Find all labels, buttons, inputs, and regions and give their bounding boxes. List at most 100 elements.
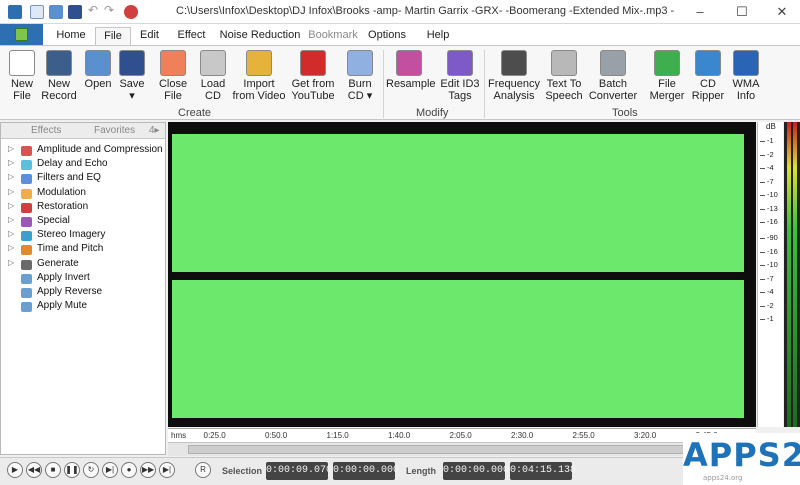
- record-icon[interactable]: ●: [121, 462, 137, 478]
- effect-item-restoration[interactable]: ▷ Restoration: [1, 201, 165, 215]
- selection-end-field[interactable]: 0:00:00.000: [333, 462, 399, 480]
- open-folder-button[interactable]: Open: [82, 50, 114, 90]
- tab-home[interactable]: Home: [46, 27, 96, 45]
- youtube-button[interactable]: Get from YouTube: [290, 50, 336, 102]
- effect-item-stereo-imagery[interactable]: ▷ Stereo Imagery: [1, 229, 165, 243]
- expand-arrow-icon[interactable]: ▷: [8, 144, 14, 153]
- expand-arrow-icon[interactable]: ▷: [8, 258, 14, 267]
- selection-start-field[interactable]: 0:00:09.070: [266, 462, 332, 480]
- forward-icon[interactable]: ▶▶: [140, 462, 156, 478]
- effect-item-apply-invert[interactable]: Apply Invert: [1, 272, 165, 286]
- batch-converter-button[interactable]: Batch Converter: [587, 50, 639, 102]
- resample-button[interactable]: Resample: [386, 50, 436, 90]
- panel-pin[interactable]: 4▸: [149, 125, 160, 136]
- ribbon: New File New Record Open Save ▾ Close File Lo…: [0, 45, 800, 120]
- close-file-button[interactable]: Close File: [155, 50, 191, 102]
- expand-arrow-icon[interactable]: ▷: [8, 215, 14, 224]
- wma-info-button[interactable]: WMA Info: [729, 50, 763, 102]
- minimize-button[interactable]: –: [680, 2, 720, 22]
- new-file-button[interactable]: New File: [4, 50, 40, 102]
- open-icon[interactable]: [49, 5, 63, 19]
- end-icon[interactable]: ▶|: [159, 462, 175, 478]
- effect-item-apply-reverse[interactable]: Apply Reverse: [1, 286, 165, 300]
- ribbon-button-label: Edit ID3 Tags: [440, 78, 480, 102]
- tab-effects[interactable]: Effects: [31, 125, 61, 136]
- cd-ripper-button[interactable]: CD Ripper: [688, 50, 728, 102]
- redo-icon[interactable]: ↷: [104, 3, 118, 17]
- tab-bookmark[interactable]: Bookmark: [305, 27, 361, 45]
- expand-arrow-icon[interactable]: ▷: [8, 187, 14, 196]
- save-icon[interactable]: [68, 5, 82, 19]
- timeline-label: hms: [171, 431, 187, 440]
- burn-cd-button[interactable]: Burn CD ▾: [341, 50, 379, 102]
- record-icon[interactable]: [124, 5, 138, 19]
- waveform-view[interactable]: [168, 122, 756, 427]
- new-icon[interactable]: [30, 5, 44, 19]
- timeline-label: 0:25.0: [203, 431, 226, 440]
- tab-help[interactable]: Help: [418, 27, 458, 45]
- effect-item-filters-and-eq[interactable]: ▷ Filters and EQ: [1, 172, 165, 186]
- status-bar: ▶ ◀◀ ■ ❚❚ ↻ ▶| ● ▶▶ ▶| R Selection 0:00:09.070 0:…: [0, 457, 800, 485]
- play-icon[interactable]: ▶: [7, 462, 23, 478]
- batch-converter-icon: [600, 50, 626, 76]
- text-to-speech-button[interactable]: Text To Speech: [544, 50, 584, 102]
- ribbon-button-label: Open: [84, 78, 112, 90]
- app-menu-button[interactable]: [0, 24, 43, 45]
- expand-arrow-icon[interactable]: ▷: [8, 158, 14, 167]
- expand-arrow-icon[interactable]: ▷: [8, 201, 14, 210]
- tab-favorites[interactable]: Favorites: [94, 125, 135, 136]
- timeline-label: 2:30.0: [511, 431, 534, 440]
- effect-item-delay-and-echo[interactable]: ▷ Delay and Echo: [1, 158, 165, 172]
- db-scale: dB -1 -2 -4 -7 -10 -13 -16 -90 -16 -10 -7 -4 -2 -1: [757, 122, 783, 427]
- length-end-field[interactable]: 0:04:15.138: [510, 462, 576, 480]
- amplitude-icon: [21, 146, 32, 156]
- stop-icon[interactable]: ■: [45, 462, 61, 478]
- tab-file[interactable]: File: [95, 27, 131, 45]
- ribbon-button-label: Get from YouTube: [291, 78, 335, 102]
- tab-options[interactable]: Options: [363, 27, 411, 45]
- new-record-button[interactable]: New Record: [40, 50, 78, 102]
- scroll-thumb[interactable]: [188, 445, 736, 454]
- open-folder-icon: [85, 50, 111, 76]
- effect-item-generate[interactable]: ▷ Generate: [1, 258, 165, 272]
- effect-item-special[interactable]: ▷ Special: [1, 215, 165, 229]
- loop-icon[interactable]: ↻: [83, 462, 99, 478]
- tab-noise-reduction[interactable]: Noise Reduction: [217, 27, 303, 45]
- reset-icon[interactable]: R: [195, 462, 211, 478]
- length-start-field[interactable]: 0:00:00.000: [443, 462, 509, 480]
- save-button[interactable]: Save ▾: [116, 50, 148, 102]
- reverse-icon: [21, 288, 32, 298]
- pause-icon[interactable]: ❚❚: [64, 462, 80, 478]
- db-tick-label: -2: [760, 150, 783, 159]
- effect-item-label: Modulation: [37, 186, 86, 198]
- horizontal-scrollbar[interactable]: [168, 442, 756, 456]
- tab-edit[interactable]: Edit: [133, 27, 166, 45]
- file-merger-button[interactable]: File Merger: [646, 50, 688, 102]
- effect-item-label: Restoration: [37, 200, 89, 212]
- close-button[interactable]: ✕: [762, 2, 800, 22]
- ribbon-button-label: WMA Info: [732, 78, 760, 102]
- timeline-label: 1:15.0: [326, 431, 349, 440]
- effect-item-amplitude-and-compression[interactable]: ▷ Amplitude and Compression: [1, 144, 165, 158]
- play-selection-icon[interactable]: ▶|: [102, 462, 118, 478]
- rewind-icon[interactable]: ◀◀: [26, 462, 42, 478]
- youtube-icon: [300, 50, 326, 76]
- expand-arrow-icon[interactable]: ▷: [8, 229, 14, 238]
- effect-item-time-and-pitch[interactable]: ▷ Time and Pitch: [1, 243, 165, 257]
- frequency-analysis-button[interactable]: Frequency Analysis: [488, 50, 540, 102]
- effect-item-modulation[interactable]: ▷ Modulation: [1, 187, 165, 201]
- channel-left[interactable]: [172, 134, 744, 272]
- timeline-label: 0:50.0: [265, 431, 288, 440]
- load-cd-button[interactable]: Load CD: [196, 50, 230, 102]
- channel-right[interactable]: [172, 280, 744, 418]
- db-tick-label: -16: [760, 217, 783, 226]
- maximize-button[interactable]: ☐: [722, 2, 762, 22]
- expand-arrow-icon[interactable]: ▷: [8, 172, 14, 181]
- tab-effect[interactable]: Effect: [168, 27, 215, 45]
- import-video-button[interactable]: Import from Video: [232, 50, 286, 102]
- expand-arrow-icon[interactable]: ▷: [8, 243, 14, 252]
- edit-tags-button[interactable]: Edit ID3 Tags: [438, 50, 482, 102]
- undo-icon[interactable]: ↶: [88, 3, 102, 17]
- effect-item-apply-mute[interactable]: Apply Mute: [1, 300, 165, 314]
- timeline-ruler[interactable]: hms 0:25.0 0:50.0 1:15.0 1:40.0 2:05.0 2:30.0 2…: [168, 428, 756, 442]
